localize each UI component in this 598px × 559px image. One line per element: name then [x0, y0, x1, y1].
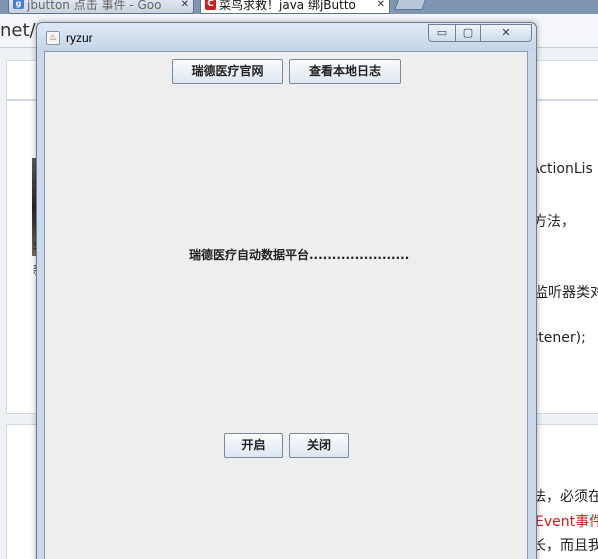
csdn-icon: C: [205, 0, 216, 10]
article-text: 方法，: [533, 214, 575, 230]
close-icon[interactable]: ✕: [181, 0, 189, 10]
article-text: 法，必须在: [532, 489, 598, 505]
start-button[interactable]: 开启: [224, 433, 283, 458]
browser-tab-csdn[interactable]: C 菜鸟求救！java 绑jButto ✕: [200, 0, 390, 14]
minimize-icon: ▭: [436, 26, 448, 39]
browser-tab-label: jbutton 点击 事件 - Goo: [27, 0, 162, 12]
article-text: 长，而且我: [532, 538, 598, 554]
maximize-button[interactable]: ▢: [455, 24, 481, 42]
article-text: ActionLis: [530, 161, 593, 177]
article-text: Event事件: [535, 514, 598, 530]
maximize-icon: ▢: [462, 26, 474, 39]
browser-tab-bar: g jbutton 点击 事件 - Goo ✕ C 菜鸟求救！java 绑jBu…: [0, 0, 598, 14]
minimize-button[interactable]: ▭: [428, 24, 456, 42]
window-content: 瑞德医疗官网 查看本地日志 瑞德医疗自动数据平台................…: [44, 51, 528, 559]
view-local-log-button[interactable]: 查看本地日志: [289, 59, 401, 84]
window-title: ryzur: [66, 31, 93, 45]
app-window: ♨ ryzur ▭ ▢ ✕ 瑞德医疗官网 查看本地日志 瑞德医疗自动数据平台..…: [36, 22, 537, 559]
close-button[interactable]: 关闭: [289, 433, 349, 458]
close-icon[interactable]: ✕: [377, 0, 385, 10]
close-icon: ✕: [501, 26, 511, 39]
platform-status-label: 瑞德医疗自动数据平台......................: [189, 248, 410, 262]
window-titlebar[interactable]: ♨ ryzur ▭ ▢ ✕: [37, 23, 536, 51]
browser-tab-google[interactable]: g jbutton 点击 事件 - Goo ✕: [8, 0, 194, 14]
new-tab-button[interactable]: [394, 0, 426, 10]
article-text: 监听器类对: [534, 285, 598, 301]
official-site-button[interactable]: 瑞德医疗官网: [172, 59, 283, 84]
article-text: stener);: [531, 330, 586, 346]
google-icon: g: [13, 0, 24, 9]
java-cup-icon: ♨: [46, 31, 60, 45]
browser-tab-label: 菜鸟求救！java 绑jButto: [219, 0, 356, 12]
window-close-button[interactable]: ✕: [480, 24, 532, 42]
